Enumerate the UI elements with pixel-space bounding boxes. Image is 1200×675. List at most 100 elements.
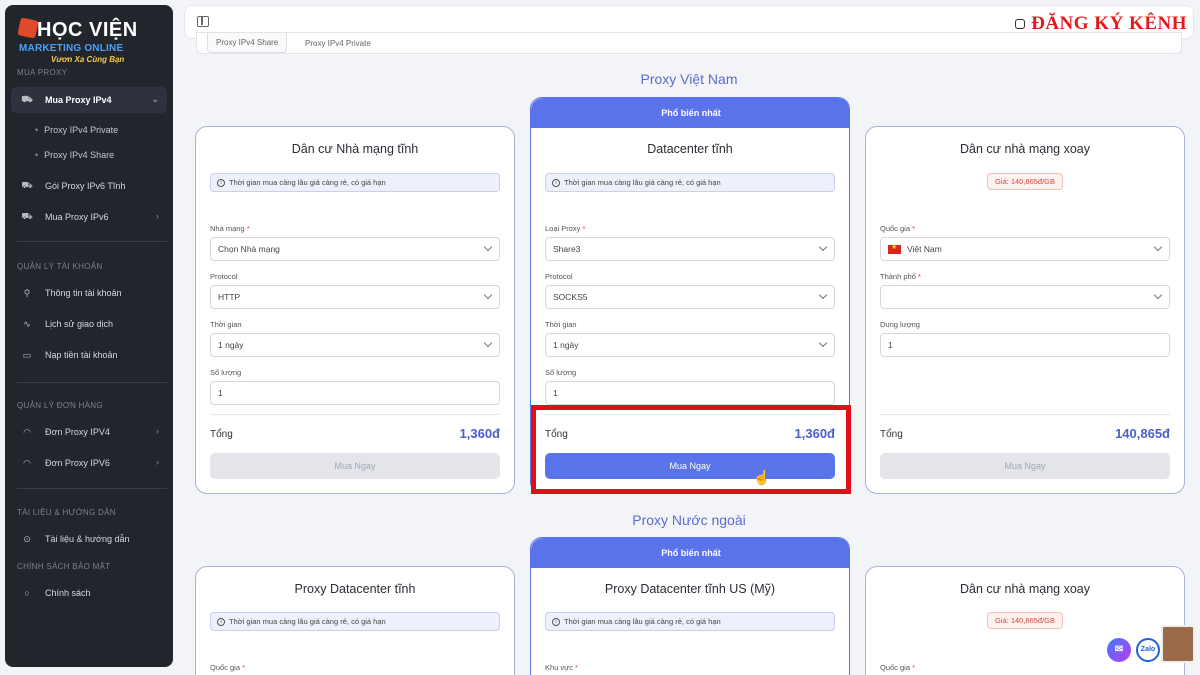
- select-value: 1 ngày: [553, 340, 579, 350]
- sidebar-item-orders-ipv4[interactable]: ◠ Đơn Proxy IPV4 ›: [11, 419, 167, 445]
- info-icon: i: [217, 617, 225, 626]
- select-value: Chọn Nhà mạng: [218, 244, 280, 254]
- sidebar-item-transactions[interactable]: ∿ Lịch sử giao dịch: [11, 311, 167, 337]
- notice-box: i Thời gian mua càng lâu giá càng rẻ, có…: [545, 612, 835, 631]
- sidebar-item-label: Nạp tiền tài khoản: [45, 350, 118, 360]
- notice-box: i Thời gian mua càng lâu giá càng rẻ, có…: [545, 173, 835, 192]
- protocol-select[interactable]: SOCKS5: [545, 285, 835, 309]
- quantity-input[interactable]: 1: [545, 381, 835, 405]
- sidebar-item-label: Lịch sử giao dịch: [45, 319, 114, 329]
- field-label-bandwidth: Dung lượng: [880, 320, 920, 329]
- sidebar-item-label: Gói Proxy IPv6 Tĩnh: [45, 181, 126, 191]
- highlight-box: [531, 405, 851, 494]
- card-title: Proxy Datacenter tĩnh US (Mỹ): [604, 582, 776, 596]
- chevron-down-icon: [818, 242, 828, 252]
- wifi-icon: ◠: [23, 457, 31, 468]
- proxy-type-select[interactable]: Share3: [545, 237, 835, 261]
- notice-text: Thời gian mua càng lâu giá càng rẻ, có g…: [564, 178, 721, 187]
- card-title: Dân cư nhà mạng xoay: [960, 142, 1090, 156]
- chevron-right-icon: ›: [156, 426, 159, 436]
- city-select[interactable]: [880, 285, 1170, 309]
- card-divider: [880, 414, 1170, 415]
- video-thumbnail: [1161, 625, 1195, 663]
- chevron-down-icon: [483, 242, 493, 252]
- bell-icon: [1015, 19, 1026, 29]
- brand-tagline: Vươn Xa Cùng Bạn: [51, 55, 125, 64]
- brand-title: HỌC VIỆN: [37, 19, 138, 41]
- card-title: Datacenter tĩnh: [647, 142, 733, 156]
- sidebar-item-buy-ipv6[interactable]: ⛟ Mua Proxy IPv6 ›: [11, 204, 167, 230]
- brand-subtitle: MARKETING ONLINE: [19, 43, 124, 54]
- notice-text: Thời gian mua càng lâu giá càng rẻ, có g…: [229, 178, 386, 187]
- select-value: Share3: [553, 244, 581, 254]
- field-label-country: Quốc gia *: [210, 663, 246, 672]
- sidebar-item-topup[interactable]: ▭ Nạp tiền tài khoản: [11, 342, 167, 368]
- sidebar-item-label: Mua Proxy IPv6: [45, 212, 109, 222]
- user-icon: ⚲: [23, 287, 31, 298]
- quantity-input[interactable]: 1: [210, 381, 500, 405]
- proxy-tabs: Proxy IPv4 Share Proxy IPv4 Private: [196, 32, 1182, 54]
- buy-now-button[interactable]: Mua Ngay: [210, 453, 500, 479]
- card-title: Proxy Datacenter tĩnh: [294, 582, 416, 596]
- tab-ipv4-private[interactable]: Proxy IPv4 Private: [297, 33, 379, 53]
- duration-select[interactable]: 1 ngày: [545, 333, 835, 357]
- field-label-proxy-type: Loại Proxy *: [545, 224, 586, 233]
- card-title: Dân cư nhà mạng xoay: [960, 582, 1090, 596]
- popular-badge: Phổ biến nhất: [531, 538, 849, 568]
- field-label-city: Thành phố *: [880, 272, 921, 281]
- tab-ipv4-share[interactable]: Proxy IPv4 Share: [207, 33, 288, 53]
- section-label-policy: CHÍNH SÁCH BẢO MẬT: [17, 562, 111, 571]
- field-label-carrier: Nhà mạng *: [210, 224, 250, 233]
- field-label-country: Quốc gia *: [880, 663, 916, 672]
- sidebar-item-buy-ipv4[interactable]: ⛟ Mua Proxy IPv4 ⌄: [11, 87, 167, 113]
- sidebar-item-docs[interactable]: ⊙ Tài liệu & hướng dẫn: [11, 526, 167, 552]
- card-divider: [210, 414, 500, 415]
- chevron-down-icon: [1153, 290, 1163, 300]
- notice-text: Thời gian mua càng lâu giá càng rẻ, có g…: [564, 617, 721, 626]
- chevron-right-icon: ›: [156, 457, 159, 467]
- protocol-select[interactable]: HTTP: [210, 285, 500, 309]
- section-title-vietnam: Proxy Việt Nam: [640, 71, 738, 87]
- card-title: Dân cư Nhà mạng tĩnh: [291, 142, 419, 156]
- price-badge: Giá: 140,865đ/GB: [986, 612, 1064, 629]
- logo-mark-icon: [17, 17, 39, 39]
- info-icon: i: [217, 178, 225, 187]
- field-label-duration: Thời gian: [210, 320, 242, 329]
- total-label: Tổng: [210, 429, 233, 440]
- section-label-account: QUẢN LÝ TÀI KHOẢN: [17, 262, 103, 271]
- plan-card-foreign-datacenter: Proxy Datacenter tĩnh i Thời gian mua cà…: [195, 566, 515, 675]
- sidebar-item-label: Đơn Proxy IPV4: [45, 427, 110, 437]
- sidebar-sub-item-share[interactable]: Proxy IPv4 Share: [35, 150, 114, 160]
- sidebar-toggle-icon[interactable]: [197, 16, 209, 27]
- duration-select[interactable]: 1 ngày: [210, 333, 500, 357]
- country-select[interactable]: Việt Nam: [880, 237, 1170, 261]
- sidebar-item-ipv6-static[interactable]: ⛟ Gói Proxy IPv6 Tĩnh: [11, 173, 167, 199]
- popular-badge: Phổ biến nhất: [531, 98, 849, 128]
- section-label-orders: QUẢN LÝ ĐƠN HÀNG: [17, 401, 103, 410]
- buy-now-button[interactable]: Mua Ngay: [880, 453, 1170, 479]
- section-title-foreign: Proxy Nước ngoài: [632, 512, 746, 528]
- field-label-quantity: Số lượng: [210, 368, 242, 377]
- chevron-down-icon: [818, 338, 828, 348]
- messenger-icon[interactable]: ✉: [1107, 638, 1131, 662]
- plan-card-residential-rotating: Dân cư nhà mạng xoay Giá: 140,865đ/GB Qu…: [865, 126, 1185, 494]
- zalo-button[interactable]: Zalo: [1136, 638, 1160, 662]
- chevron-down-icon: ⌄: [151, 94, 159, 104]
- sidebar-item-orders-ipv6[interactable]: ◠ Đơn Proxy IPV6 ›: [11, 450, 167, 476]
- sidebar-item-account-info[interactable]: ⚲ Thông tin tài khoản: [11, 280, 167, 306]
- notice-text: Thời gian mua càng lâu giá càng rẻ, có g…: [229, 617, 386, 626]
- chevron-right-icon: ›: [156, 211, 159, 221]
- field-label-region: Khu vực *: [545, 663, 578, 672]
- sidebar-sub-item-private[interactable]: Proxy IPv4 Private: [35, 125, 118, 135]
- sidebar-item-label: Đơn Proxy IPV6: [45, 458, 110, 468]
- sidebar: HỌC VIỆN MARKETING ONLINE Vươn Xa Cùng B…: [5, 5, 173, 667]
- select-value: 1 ngày: [218, 340, 244, 350]
- bandwidth-input[interactable]: 1: [880, 333, 1170, 357]
- carrier-select[interactable]: Chọn Nhà mạng: [210, 237, 500, 261]
- section-label-buy: MUA PROXY: [17, 68, 68, 77]
- sidebar-item-label: Thông tin tài khoản: [45, 288, 122, 298]
- price-badge: Giá: 140,865đ/GB: [986, 173, 1064, 190]
- sidebar-item-policy[interactable]: ○ Chính sách: [11, 580, 167, 606]
- brand-logo[interactable]: HỌC VIỆN MARKETING ONLINE Vươn Xa Cùng B…: [15, 13, 165, 65]
- plan-card-datacenter-us: Phổ biến nhất Proxy Datacenter tĩnh US (…: [530, 537, 850, 675]
